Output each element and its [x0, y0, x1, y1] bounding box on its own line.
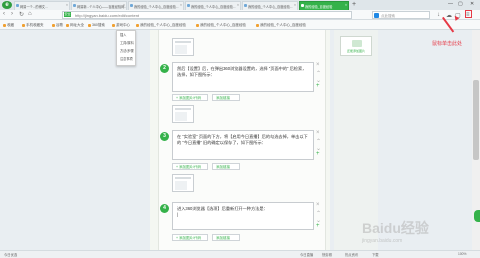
move-up-icon[interactable]: ⌃	[316, 210, 321, 217]
close-icon[interactable]: ×	[345, 3, 347, 7]
bookmark-item[interactable]: 我的经验_个人中心_百度经验	[136, 23, 186, 28]
close-icon[interactable]: ×	[237, 3, 239, 7]
add-step-icon[interactable]: +	[316, 223, 320, 229]
back-icon[interactable]: ‹	[3, 11, 5, 17]
step-image-thumbnail[interactable]	[172, 174, 194, 192]
status-bar	[0, 250, 480, 258]
menu-item[interactable]: 插入	[117, 31, 135, 39]
step-image-thumbnail[interactable]	[172, 38, 194, 56]
home-icon[interactable]: ⌂	[28, 11, 32, 17]
bookmark-item[interactable]: 360搜索	[88, 23, 105, 28]
zoom-level[interactable]: 100%	[458, 252, 466, 256]
bookmark-icon	[88, 23, 91, 27]
step-text-area[interactable]: 然后【设置】后，在弹出360浏览器设置的，选择 “页面中的” 后检索，选择，如下…	[172, 62, 314, 92]
status-today-picks[interactable]: 今日优选	[4, 252, 17, 257]
add-image-button[interactable]: + 添加图片/代码	[172, 94, 208, 101]
add-link-button[interactable]: 添加链接	[212, 94, 240, 101]
new-tab-button[interactable]: +	[352, 1, 356, 8]
menu-highlight-box	[465, 10, 472, 18]
favicon-icon	[244, 4, 247, 7]
close-icon[interactable]: ×	[123, 3, 125, 7]
bookmark-item[interactable]: 我的经验_个人中心_百度经验	[256, 23, 306, 28]
floating-feedback-icon[interactable]	[474, 210, 480, 222]
status-item[interactable]: 快剪辑	[322, 252, 332, 257]
close-step-icon[interactable]: ×	[316, 130, 320, 136]
add-image-button[interactable]: + 添加图片/代码	[172, 163, 208, 170]
add-step-icon[interactable]: +	[316, 151, 320, 157]
add-link-button[interactable]: 添加链接	[212, 163, 240, 170]
image-icon	[352, 40, 362, 47]
browser-tab[interactable]: 我的经验_个人中心_百度经验... ×	[185, 1, 241, 10]
insert-menu: 插入 工具/原料 方法/步骤 注意事项	[116, 30, 136, 66]
close-window-icon[interactable]: ✕	[470, 1, 474, 7]
close-icon[interactable]: ×	[66, 3, 68, 7]
menu-item[interactable]: 方法/步骤	[117, 47, 135, 55]
bookmark-item[interactable]: 游戏中心	[112, 23, 130, 28]
step-image-thumbnail[interactable]	[172, 105, 194, 123]
baidu-watermark: Baidu经验 jingyan.baidu.com	[362, 220, 429, 244]
minimize-icon[interactable]: —	[448, 1, 453, 7]
step-text-area[interactable]: 进入360浏览器【选项】后重新打开一种方法是： |	[172, 202, 314, 230]
bookmark-icon	[256, 23, 259, 27]
menu-item[interactable]: 工具/原料	[117, 39, 135, 47]
close-step-icon[interactable]: ×	[316, 202, 320, 208]
browser-logo[interactable]: e	[2, 1, 12, 9]
status-item[interactable]: 热点资讯	[345, 252, 358, 257]
forward-icon[interactable]: ›	[11, 11, 13, 17]
close-step-icon[interactable]: ×	[316, 62, 320, 68]
bookmark-item[interactable]: 收藏	[3, 23, 14, 28]
bookmark-item[interactable]: 网址大全	[66, 23, 84, 28]
bookmark-item[interactable]: 手机收藏夹	[22, 23, 44, 28]
status-item[interactable]: 今日直播	[300, 252, 313, 257]
refresh-icon[interactable]: ↻	[19, 11, 24, 18]
maximize-icon[interactable]: ▢	[458, 1, 463, 7]
add-image-button[interactable]: + 添加图片/代码	[172, 234, 208, 241]
favicon-icon	[16, 4, 19, 7]
secure-badge: 安全	[64, 12, 71, 17]
favicon-icon	[130, 4, 133, 7]
step-text-area[interactable]: 在 “实验室” 页面的下方，将【启用今日直播】后的勾选去掉，单击以下的 “今日直…	[172, 130, 314, 160]
step-number: 3	[160, 132, 169, 141]
close-icon[interactable]: ×	[180, 3, 182, 7]
add-step-icon[interactable]: +	[316, 83, 320, 89]
browser-tab[interactable]: 网易新...个人中心——百度经验网... ×	[71, 1, 127, 10]
bookmark-item[interactable]: 我的经验_个人中心_百度经验	[196, 23, 246, 28]
annotation-text: 鼠标单击此处	[432, 41, 463, 47]
move-up-icon[interactable]: ⌃	[316, 70, 321, 77]
scrollbar-thumb[interactable]	[473, 80, 479, 160]
bookmark-icon	[136, 23, 139, 27]
browser-tab[interactable]: 我的经验_个人中心_百度经验... ×	[242, 1, 298, 10]
bookmark-icon	[112, 23, 115, 27]
search-engine-icon	[374, 13, 379, 18]
move-up-icon[interactable]: ⌃	[316, 138, 321, 145]
download-icon[interactable]: ↓	[437, 12, 440, 18]
favicon-icon	[73, 4, 76, 7]
status-item[interactable]: 下载	[372, 252, 379, 257]
bookmark-icon	[52, 23, 55, 27]
browser-tab-active[interactable]: 我的经验_百度经验 ×	[299, 1, 349, 10]
star-icon	[3, 23, 6, 27]
bookmark-icon	[66, 23, 69, 27]
browser-tab[interactable]: 网易一个...的博文... ×	[14, 1, 70, 10]
step-number: 2	[160, 64, 169, 73]
step-number: 4	[160, 204, 169, 213]
menu-item[interactable]: 注意事项	[117, 55, 135, 63]
add-image-card[interactable]: 还能添加图片	[340, 36, 372, 56]
close-icon[interactable]: ×	[294, 3, 296, 7]
favicon-icon	[187, 4, 190, 7]
add-link-button[interactable]: 添加链接	[212, 234, 240, 241]
bookmark-icon	[196, 23, 199, 27]
bookmark-item[interactable]: 谷歌	[52, 23, 63, 28]
search-input[interactable]: 点此搜索	[372, 11, 430, 19]
url-input[interactable]: http://jingyan.baidu.com/edit/content	[62, 11, 352, 19]
bookmark-icon	[22, 23, 25, 27]
favicon-icon	[301, 4, 304, 7]
browser-tab[interactable]: 我的经验_个人中心_百度经验... ×	[128, 1, 184, 10]
